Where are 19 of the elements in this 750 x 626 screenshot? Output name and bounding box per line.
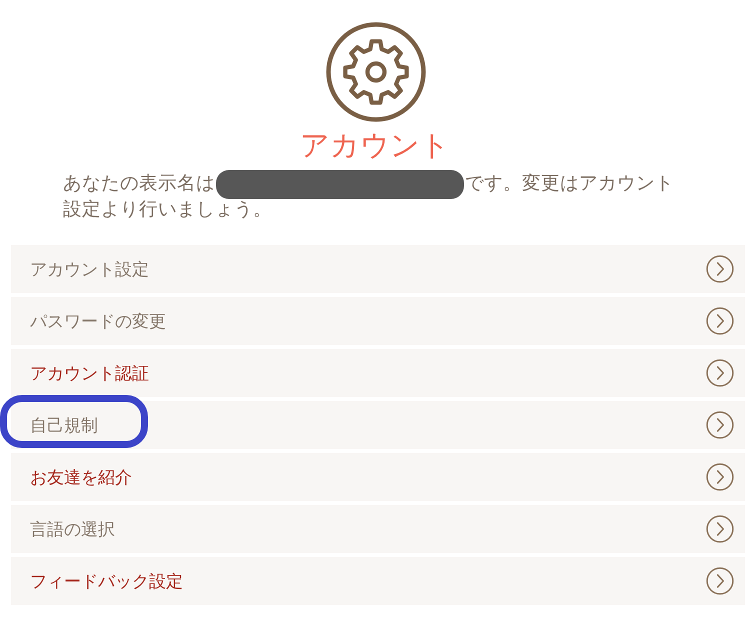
menu-item[interactable]: お友達を紹介 [11, 453, 745, 501]
chevron-circle-icon [706, 359, 734, 387]
menu-item[interactable]: 言語の選択 [11, 505, 745, 553]
menu-item[interactable]: アカウント認証 [11, 349, 745, 397]
chevron-circle-icon [706, 255, 734, 283]
menu-item[interactable]: アカウント設定 [11, 245, 745, 293]
chevron-circle-icon [706, 515, 734, 543]
menu-item[interactable]: パスワードの変更 [11, 297, 745, 345]
menu-item[interactable]: フィードバック設定 [11, 557, 745, 605]
intro-text: あなたの表示名は [63, 172, 215, 196]
page-title: アカウント [300, 128, 450, 163]
gear-icon [326, 22, 426, 122]
intro-text: 設定より行いましょう。 [63, 198, 272, 222]
chevron-circle-icon [706, 411, 734, 439]
menu-item[interactable]: 自己規制 [11, 401, 745, 449]
intro-text: です。変更はアカウント [465, 172, 674, 196]
chevron-circle-icon [706, 567, 734, 595]
chevron-circle-icon [706, 307, 734, 335]
chevron-circle-icon [706, 463, 734, 491]
